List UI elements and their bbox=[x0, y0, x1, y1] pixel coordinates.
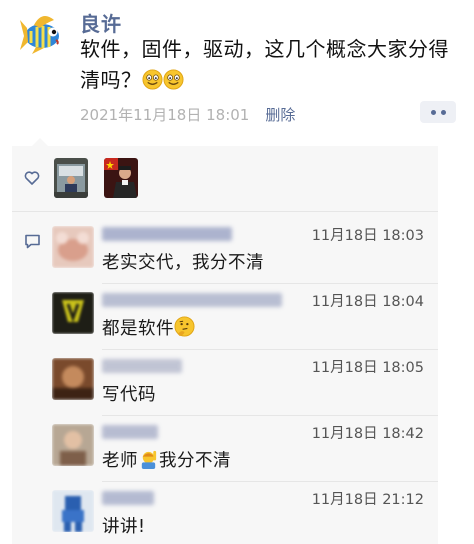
comment-item[interactable]: 11月18日 18:03 老实交代，我分不清 bbox=[50, 218, 438, 284]
post-text-line2: 清吗？ bbox=[80, 68, 142, 92]
person-raising-hand-emoji-icon bbox=[141, 450, 157, 469]
interaction-panel: 11月18日 18:03 老实交代，我分不清 11月18日 18:04 都是软件 bbox=[12, 146, 438, 544]
commenter-name-blurred[interactable] bbox=[102, 227, 232, 241]
comment-item[interactable]: 11月18日 18:04 都是软件 bbox=[50, 284, 438, 350]
comment-text-before: 老师 bbox=[102, 451, 138, 471]
post-text: 软件，固件，驱动，这几个概念大家分得 清吗？ bbox=[80, 34, 460, 96]
comment-text: 讲讲! bbox=[102, 517, 146, 537]
commenter-avatar[interactable] bbox=[52, 292, 94, 334]
comment-time: 11月18日 18:42 bbox=[311, 426, 424, 442]
commenter-avatar[interactable] bbox=[52, 490, 94, 532]
comment-time: 11月18日 18:05 bbox=[311, 360, 424, 376]
more-dots-icon[interactable] bbox=[420, 101, 456, 123]
commenter-name-blurred[interactable] bbox=[102, 359, 182, 373]
like-avatar[interactable] bbox=[54, 158, 88, 198]
author-avatar[interactable] bbox=[18, 6, 70, 58]
grinning-emoji-icon bbox=[162, 69, 184, 90]
comment-text: 都是软件 bbox=[102, 315, 195, 340]
post-meta: 2021年11月18日 18:01 删除 bbox=[80, 104, 295, 125]
comment-text: 写代码 bbox=[102, 385, 156, 405]
comment-text: 老师 我分不清 bbox=[102, 447, 231, 472]
comment-text-after: 我分不清 bbox=[159, 451, 231, 471]
thinking-emoji-icon bbox=[174, 316, 195, 337]
commenter-name-blurred[interactable] bbox=[102, 293, 282, 307]
post-timestamp: 2021年11月18日 18:01 bbox=[80, 106, 250, 124]
post-text-line1: 软件，固件，驱动，这几个概念大家分得 bbox=[80, 37, 449, 61]
comment-bubble-icon bbox=[25, 234, 40, 249]
commenter-name-blurred[interactable] bbox=[102, 491, 154, 505]
likes-row bbox=[12, 146, 438, 212]
commenter-avatar[interactable] bbox=[52, 424, 94, 466]
commenter-avatar[interactable] bbox=[52, 226, 94, 268]
comment-text: 老实交代，我分不清 bbox=[102, 253, 264, 273]
panel-caret bbox=[32, 138, 48, 146]
comment-time: 11月18日 18:03 bbox=[311, 228, 424, 244]
delete-link[interactable]: 删除 bbox=[265, 106, 295, 124]
comment-time: 11月18日 18:04 bbox=[311, 294, 424, 310]
comment-item[interactable]: 11月18日 18:05 写代码 bbox=[50, 350, 438, 416]
heart-outline-icon bbox=[24, 171, 40, 185]
commenter-name-blurred[interactable] bbox=[102, 425, 158, 439]
comment-item[interactable]: 11月18日 18:42 老师 我分不清 bbox=[50, 416, 438, 482]
grinning-emoji-icon bbox=[141, 69, 163, 90]
like-avatar[interactable] bbox=[104, 158, 138, 198]
commenter-avatar[interactable] bbox=[52, 358, 94, 400]
comment-item[interactable]: 11月18日 21:12 讲讲! bbox=[50, 482, 438, 544]
comment-text-content: 都是软件 bbox=[102, 319, 174, 339]
author-name[interactable]: 良许 bbox=[80, 8, 122, 37]
comment-time: 11月18日 21:12 bbox=[311, 492, 424, 508]
